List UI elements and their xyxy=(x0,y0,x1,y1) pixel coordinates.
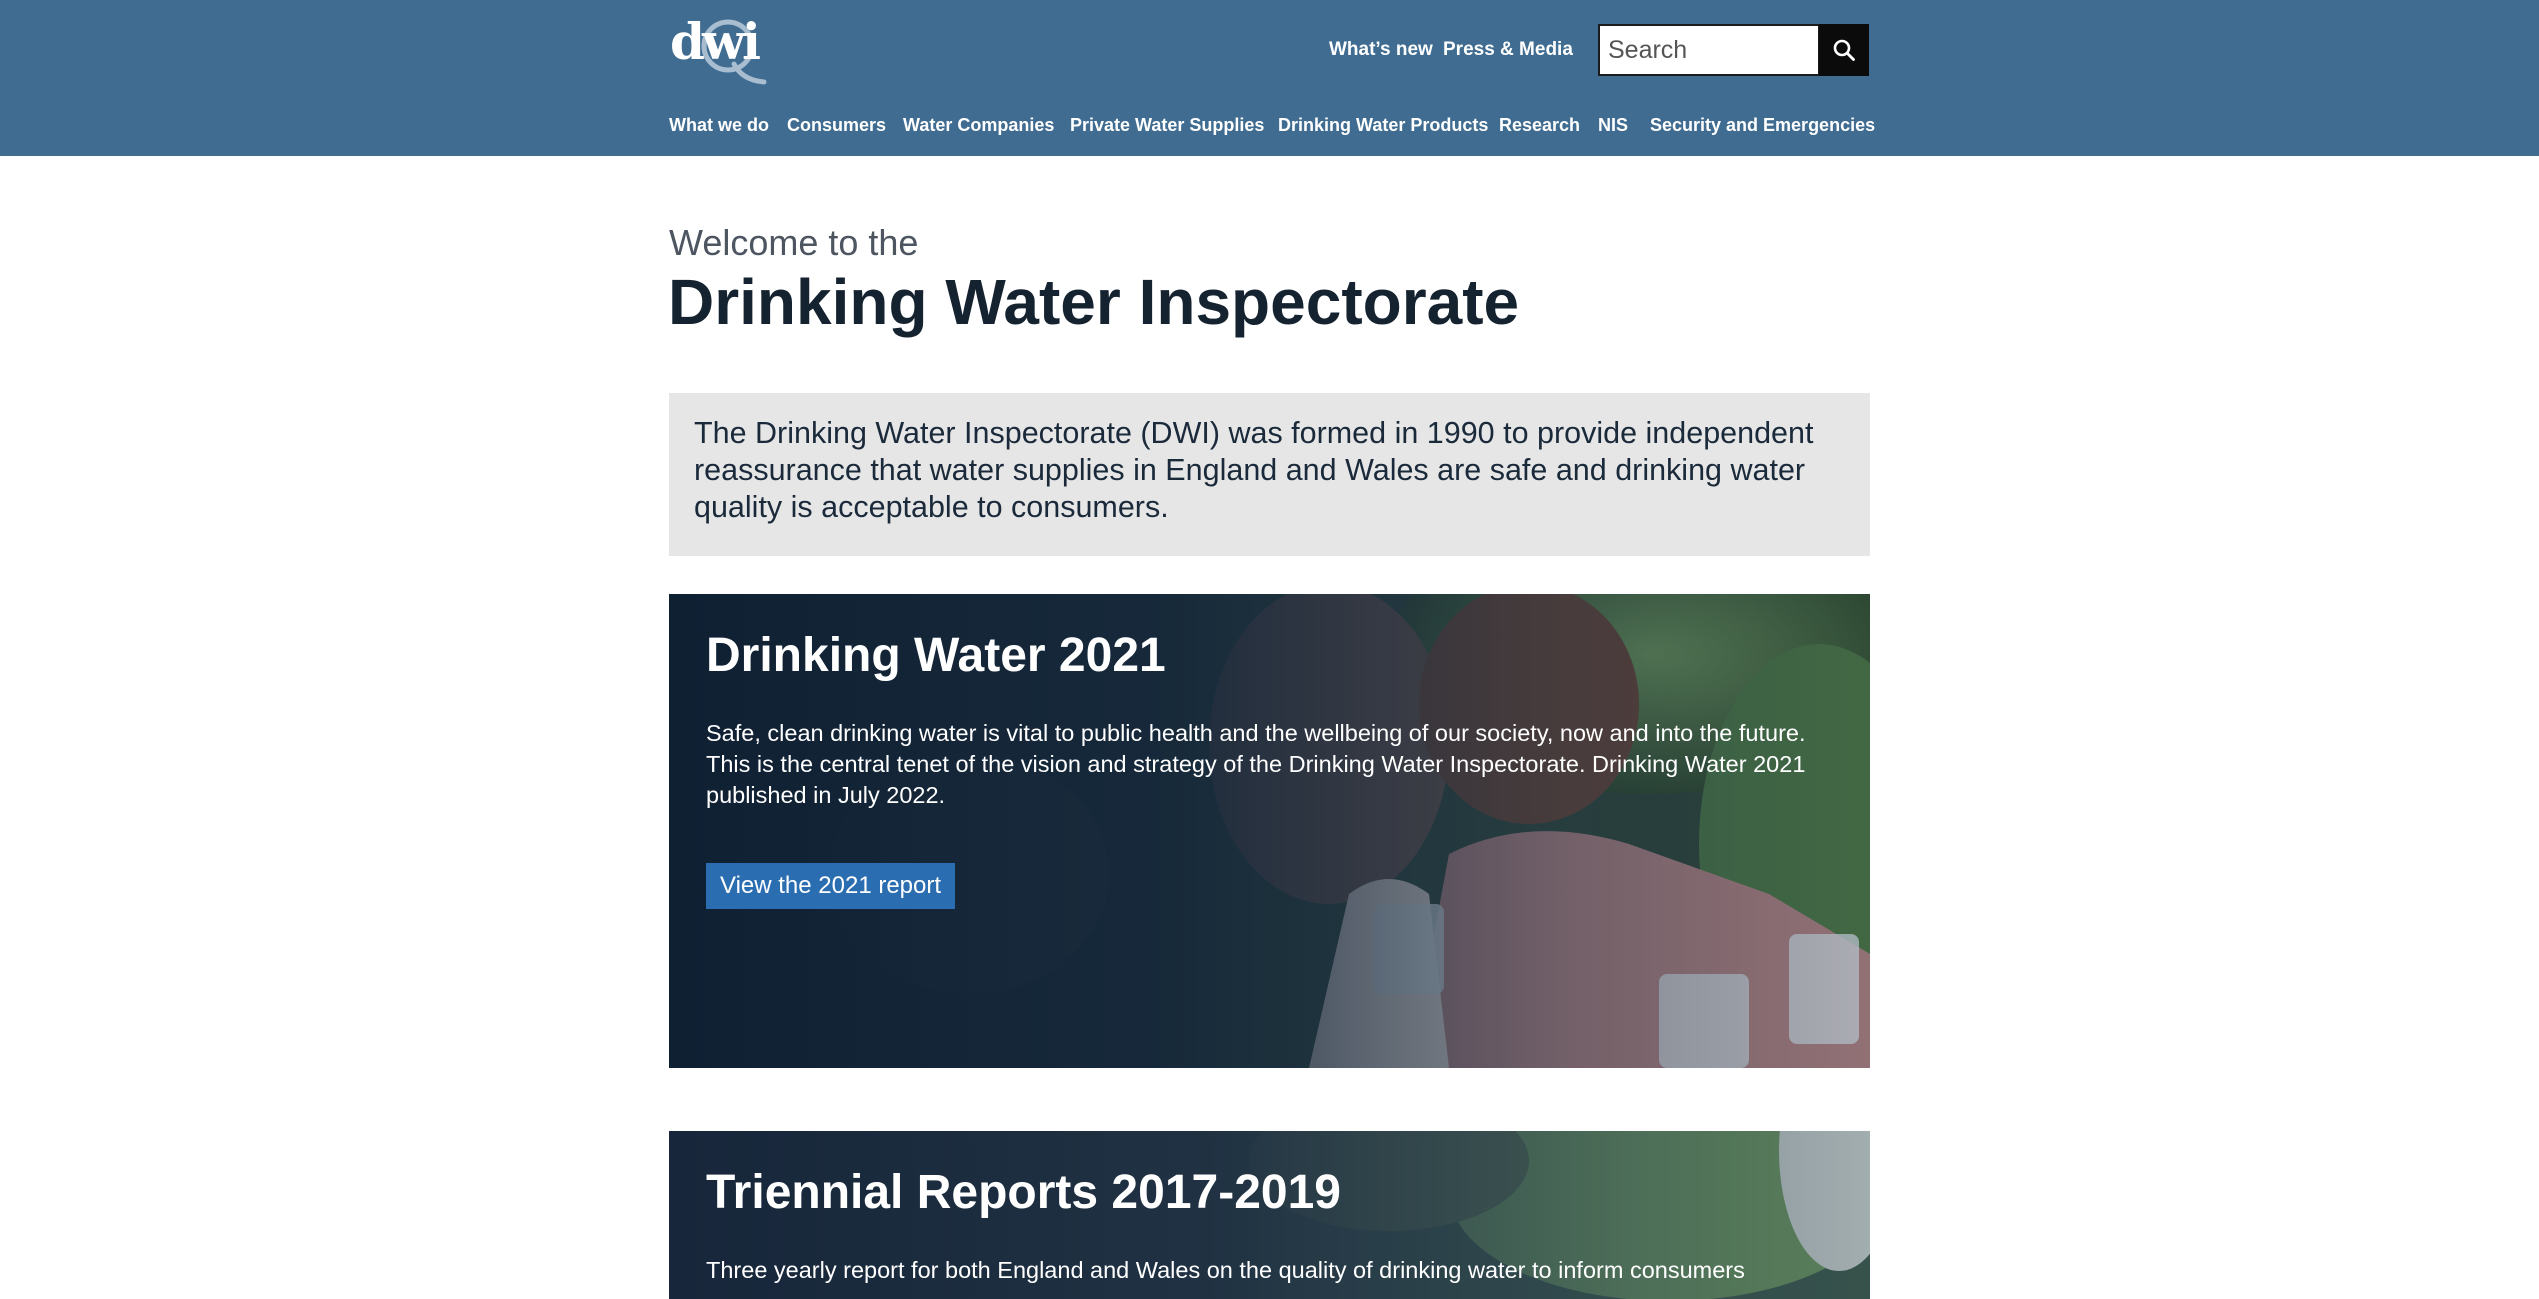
site-header: dwi What’s new Press & Media What we do … xyxy=(0,0,2539,156)
nav-security-and-emergencies[interactable]: Security and Emergencies xyxy=(1650,113,1875,137)
search-icon xyxy=(1833,39,1855,61)
search-input[interactable] xyxy=(1598,24,1820,76)
nav-consumers[interactable]: Consumers xyxy=(787,113,886,137)
nav-what-we-do[interactable]: What we do xyxy=(669,113,769,137)
logo-wordmark: dwi xyxy=(670,12,761,71)
intro-panel: The Drinking Water Inspectorate (DWI) wa… xyxy=(669,393,1870,556)
feature-title: Triennial Reports 2017-2019 xyxy=(706,1166,1341,1219)
nav-research[interactable]: Research xyxy=(1499,113,1580,137)
dwi-logo[interactable]: dwi xyxy=(668,10,778,88)
nav-nis[interactable]: NIS xyxy=(1598,113,1628,137)
feature-description: Three yearly report for both England and… xyxy=(706,1257,1745,1283)
feature-description: Safe, clean drinking water is vital to p… xyxy=(706,720,1806,808)
feature-card-drinking-water-2021: Drinking Water 2021 Safe, clean drinking… xyxy=(669,594,1870,1068)
welcome-subtitle: Welcome to the xyxy=(669,222,919,263)
nav-water-companies[interactable]: Water Companies xyxy=(903,113,1054,137)
page-title: Drinking Water Inspectorate xyxy=(668,266,1520,338)
nav-private-water-supplies[interactable]: Private Water Supplies xyxy=(1070,113,1264,137)
search-button[interactable] xyxy=(1819,24,1869,76)
press-media-link[interactable]: Press & Media xyxy=(1443,37,1573,63)
feature-card-triennial-reports: Triennial Reports 2017-2019 Three yearly… xyxy=(669,1131,1870,1299)
whats-new-link[interactable]: What’s new xyxy=(1329,37,1433,63)
feature-title: Drinking Water 2021 xyxy=(706,629,1166,682)
nav-drinking-water-products[interactable]: Drinking Water Products xyxy=(1278,113,1488,137)
intro-text: The Drinking Water Inspectorate (DWI) wa… xyxy=(694,416,1814,524)
view-2021-report-button[interactable]: View the 2021 report xyxy=(706,863,956,909)
